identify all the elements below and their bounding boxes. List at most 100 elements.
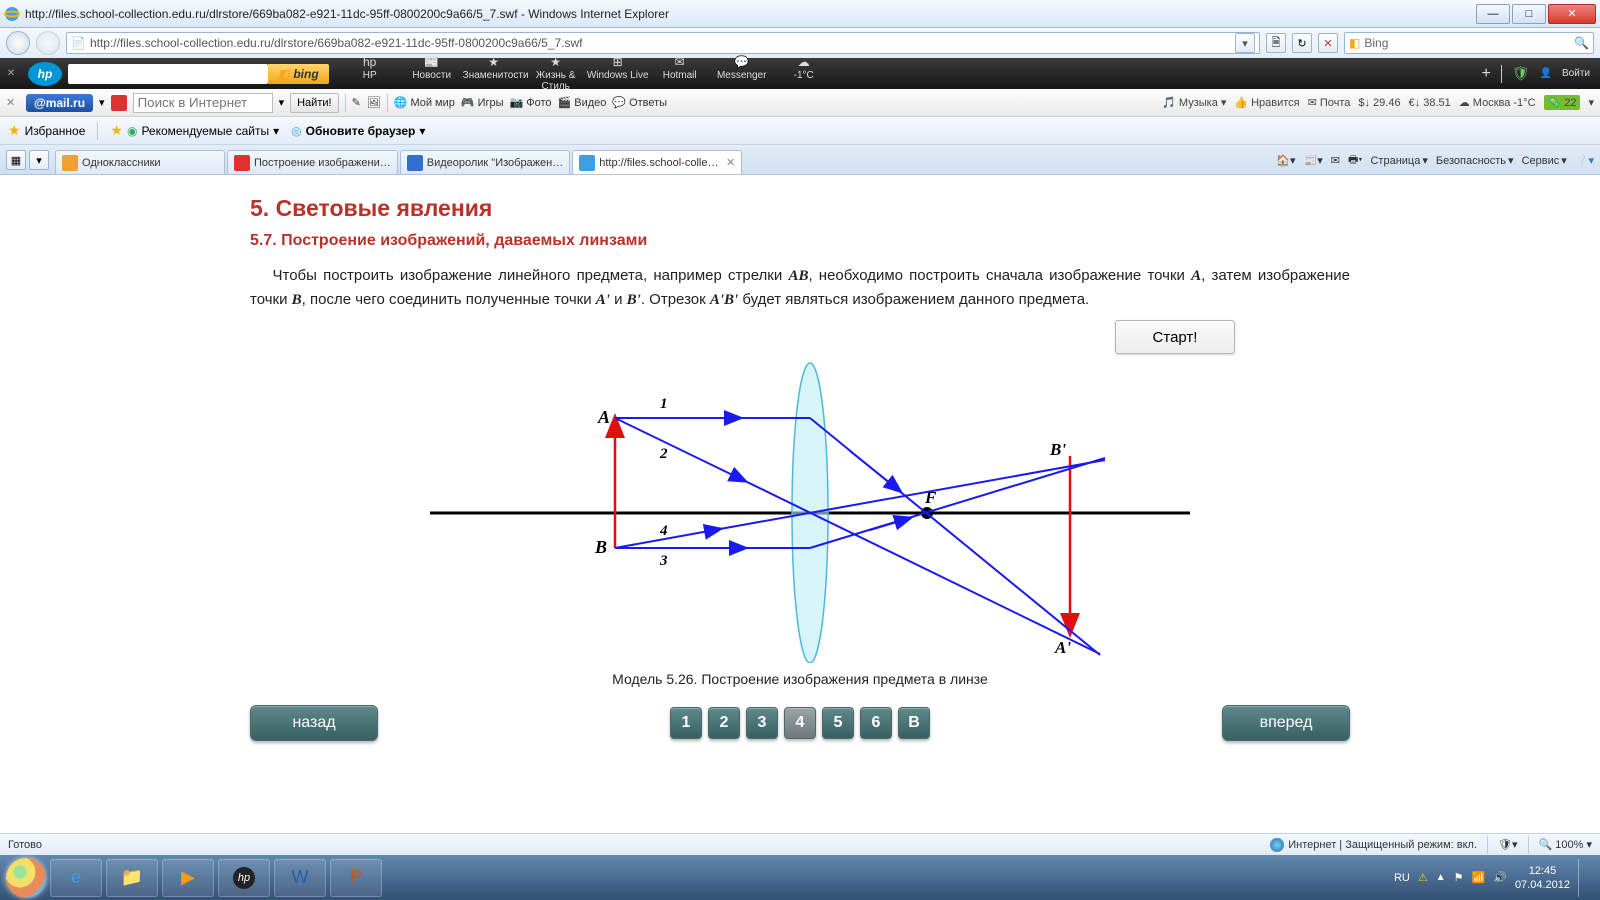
safety-menu[interactable]: Безопасность▾ [1436,154,1514,167]
stop-button[interactable]: ✕ [1318,33,1338,53]
tab-row: ▦ ▾ ОдноклассникиПостроение изображени…В… [0,145,1600,175]
url-input[interactable]: 📄 http://files.school-collection.edu.ru/… [66,32,1260,54]
page-square-6[interactable]: 6 [860,707,892,739]
mailru-toolbar: ✕ @mail.ru ▾ ▾ Найти! ✎ 🖼 🌐 Мой мир 🎮 Иг… [0,89,1600,117]
globe-icon [1270,838,1284,852]
search-box[interactable]: ◧ Bing 🔍 [1344,32,1594,54]
page-square-В[interactable]: В [898,707,930,739]
page-square-4[interactable]: 4 [784,707,816,739]
tray-volume-icon[interactable]: 🔊 [1493,871,1507,884]
mailru-weather[interactable]: ☁ Москва -1°C [1459,96,1536,109]
svg-text:B': B' [1049,440,1066,459]
tray-network-icon[interactable]: 📶 [1472,871,1486,884]
show-desktop-button[interactable] [1578,859,1588,897]
mailru-mail-link[interactable]: ✉ Почта [1308,96,1351,109]
svg-text:4: 4 [659,523,668,539]
help-icon[interactable]: ❔▾ [1575,154,1594,167]
mailru-search-input[interactable] [133,93,273,113]
print-icon[interactable]: 🖶▾ [1348,151,1362,170]
mailru-like-link[interactable]: 👍 Нравится [1234,96,1299,109]
back-button[interactable] [6,31,30,55]
page-square-3[interactable]: 3 [746,707,778,739]
tray-flag-icon[interactable]: ⚑ [1454,871,1464,884]
mailru-more-icon[interactable]: ▾ [1588,96,1594,109]
hp-link-5[interactable]: ✉Hotmail [649,56,711,92]
mailru-answers-link[interactable]: 💬 Ответы [612,96,667,109]
mailru-logo[interactable]: @mail.ru [26,94,93,112]
yandex-icon[interactable] [111,95,127,111]
taskbar-powerpoint-icon[interactable]: P [330,859,382,897]
hp-login-link[interactable]: Войти [1562,68,1590,79]
forward-button[interactable] [36,31,60,55]
readmail-icon[interactable]: ✉ [1331,154,1340,167]
mailru-badge[interactable]: 🦠 22 [1544,95,1581,110]
hp-add-icon[interactable]: + [1481,65,1490,83]
taskbar-media-icon[interactable]: ▶ [162,859,214,897]
page-square-2[interactable]: 2 [708,707,740,739]
hp-link-2[interactable]: ★Знаменитости [463,56,525,92]
hp-link-1[interactable]: 📰Новости [401,56,463,92]
tab-3[interactable]: http://files.school-colle…✕ [572,150,742,174]
minimize-button[interactable]: — [1476,4,1510,24]
feeds-icon[interactable]: 📰▾ [1304,154,1323,167]
url-dropdown-icon[interactable]: ▾ [1235,33,1255,53]
mailru-photo-link[interactable]: 📷 Фото [510,96,552,109]
tray-show-hidden-icon[interactable]: ▲ [1436,872,1446,883]
tab-0[interactable]: Одноклассники [55,150,225,174]
maximize-button[interactable]: □ [1512,4,1546,24]
home-icon[interactable]: 🏠▾ [1276,154,1295,167]
tray-lang[interactable]: RU [1394,872,1410,884]
hp-link-6[interactable]: 💬Messenger [711,56,773,92]
nav-back-button[interactable]: назад [250,705,378,741]
hp-search-input[interactable] [68,64,268,84]
favorites-button[interactable]: ★Избранное [8,122,85,139]
start-button-orb[interactable] [6,858,46,898]
mailru-search-dropdown-icon[interactable]: ▾ [279,96,285,109]
tab-1[interactable]: Построение изображени… [227,150,398,174]
hp-profile-icon[interactable]: 👤 [1540,68,1552,79]
tab-2[interactable]: Видеоролик "Изображен… [400,150,571,174]
fav-upgrade-browser[interactable]: ◎ Обновите браузер ▾ [291,124,425,138]
mailru-close-icon[interactable]: ✕ [6,96,20,109]
mailru-games-link[interactable]: 🎮 Игры [461,96,504,109]
close-button[interactable]: ✕ [1548,4,1596,24]
compat-button[interactable]: 🗎 [1266,33,1286,53]
mailru-music-link[interactable]: 🎵 Музыка▾ [1162,96,1226,109]
tray-action-icon[interactable]: ⚠ [1418,871,1428,884]
taskbar-ie-icon[interactable]: e [50,859,102,897]
hp-link-0[interactable]: hpHP [339,56,401,92]
tab-favicon [62,155,78,171]
mailru-pic-icon[interactable]: 🖼 [367,96,381,109]
mailru-dropdown-icon[interactable]: ▾ [99,96,105,109]
taskbar-hp-icon[interactable]: hp [218,859,270,897]
hp-logo-icon[interactable]: hp [28,62,62,86]
mailru-search-button[interactable]: Найти! [290,93,338,113]
hp-link-7[interactable]: ☁-1°C [773,56,835,92]
nav-forward-button[interactable]: вперед [1222,705,1350,741]
taskbar-explorer-icon[interactable]: 📁 [106,859,158,897]
mailru-video-link[interactable]: 🎬 Видео [558,96,607,109]
tools-menu[interactable]: Сервис▾ [1522,154,1567,167]
page-square-1[interactable]: 1 [670,707,702,739]
hp-link-3[interactable]: ★Жизнь & Стиль [525,56,587,92]
tab-list-icon[interactable]: ▾ [29,150,49,170]
mailru-mymir-link[interactable]: 🌐 Мой мир [394,96,455,109]
mailru-rate-usd: $↓ 29.46 [1358,97,1400,109]
tab-close-icon[interactable]: ✕ [726,156,735,169]
taskbar-word-icon[interactable]: W [274,859,326,897]
hp-close-icon[interactable]: ✕ [0,68,22,79]
page-menu[interactable]: Страница▾ [1370,154,1427,167]
tray-clock[interactable]: 12:45 07.04.2012 [1515,864,1570,892]
page-square-5[interactable]: 5 [822,707,854,739]
fav-suggested-sites[interactable]: ★◉ Рекомендуемые сайты ▾ [110,122,279,139]
search-go-icon[interactable]: 🔍 [1574,36,1589,50]
quick-tabs-icon[interactable]: ▦ [6,150,26,170]
status-protected-icon[interactable]: 🛡▾ [1498,838,1518,851]
shield-icon[interactable]: 🛡 [1512,65,1530,82]
zoom-control[interactable]: 🔍 100% ▾ [1539,838,1592,851]
mailru-edit-icon[interactable]: ✎ [352,96,361,109]
refresh-button[interactable]: ↻ [1292,33,1312,53]
mailru-rate-eur: €↓ 38.51 [1409,97,1451,109]
hp-link-4[interactable]: ⊞Windows Live [587,56,649,92]
hp-bing-button[interactable]: ◧bing [268,64,329,84]
